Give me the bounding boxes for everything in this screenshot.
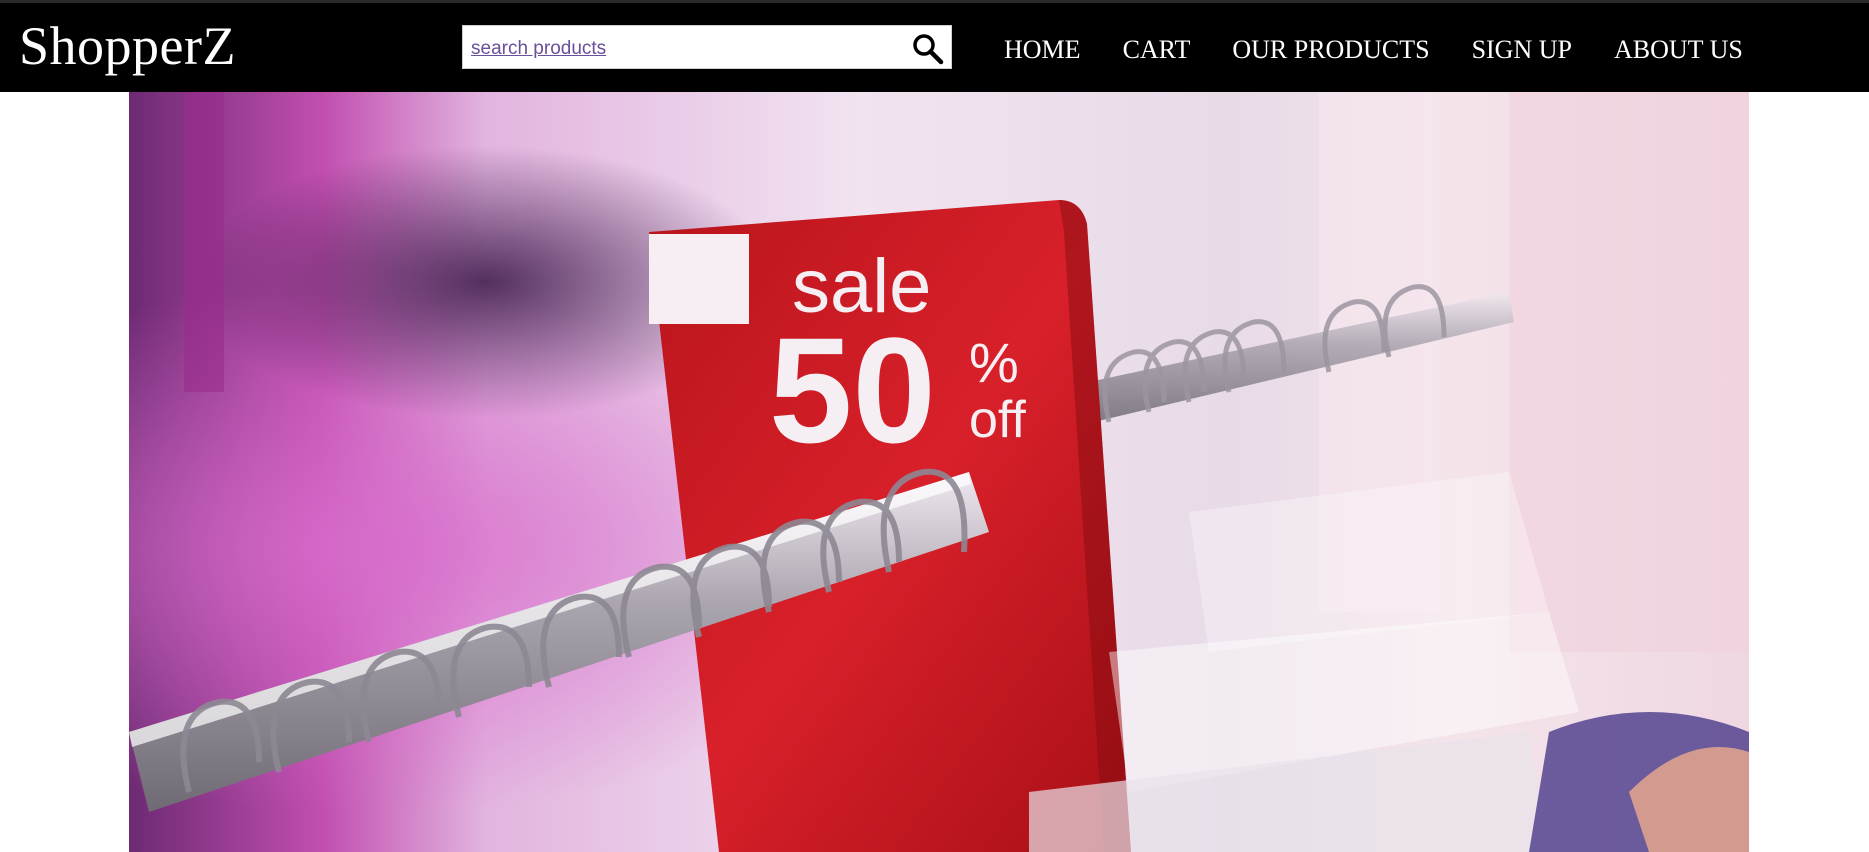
hero-illustration: sale 50 % off [129, 92, 1749, 852]
nav-about-us[interactable]: ABOUT US [1614, 35, 1743, 65]
site-logo[interactable]: ShopperZ [19, 16, 236, 76]
main-nav: HOME CART OUR PRODUCTS SIGN UP ABOUT US [1004, 34, 1785, 66]
sale-off-word: off [969, 391, 1026, 449]
search-bar[interactable]: search products [462, 25, 952, 69]
search-icon[interactable] [910, 31, 946, 67]
nav-home[interactable]: HOME [1004, 35, 1081, 65]
search-input[interactable]: search products [471, 38, 606, 60]
sale-percent-sign: % [969, 331, 1019, 394]
hero-banner-image: sale 50 % off [129, 92, 1749, 852]
nav-cart[interactable]: CART [1123, 35, 1191, 65]
top-navbar: ShopperZ search products HOME CART OUR P… [0, 0, 1869, 92]
nav-our-products[interactable]: OUR PRODUCTS [1232, 35, 1429, 65]
nav-sign-up[interactable]: SIGN UP [1472, 35, 1572, 65]
sale-percent-number: 50 [769, 306, 936, 474]
